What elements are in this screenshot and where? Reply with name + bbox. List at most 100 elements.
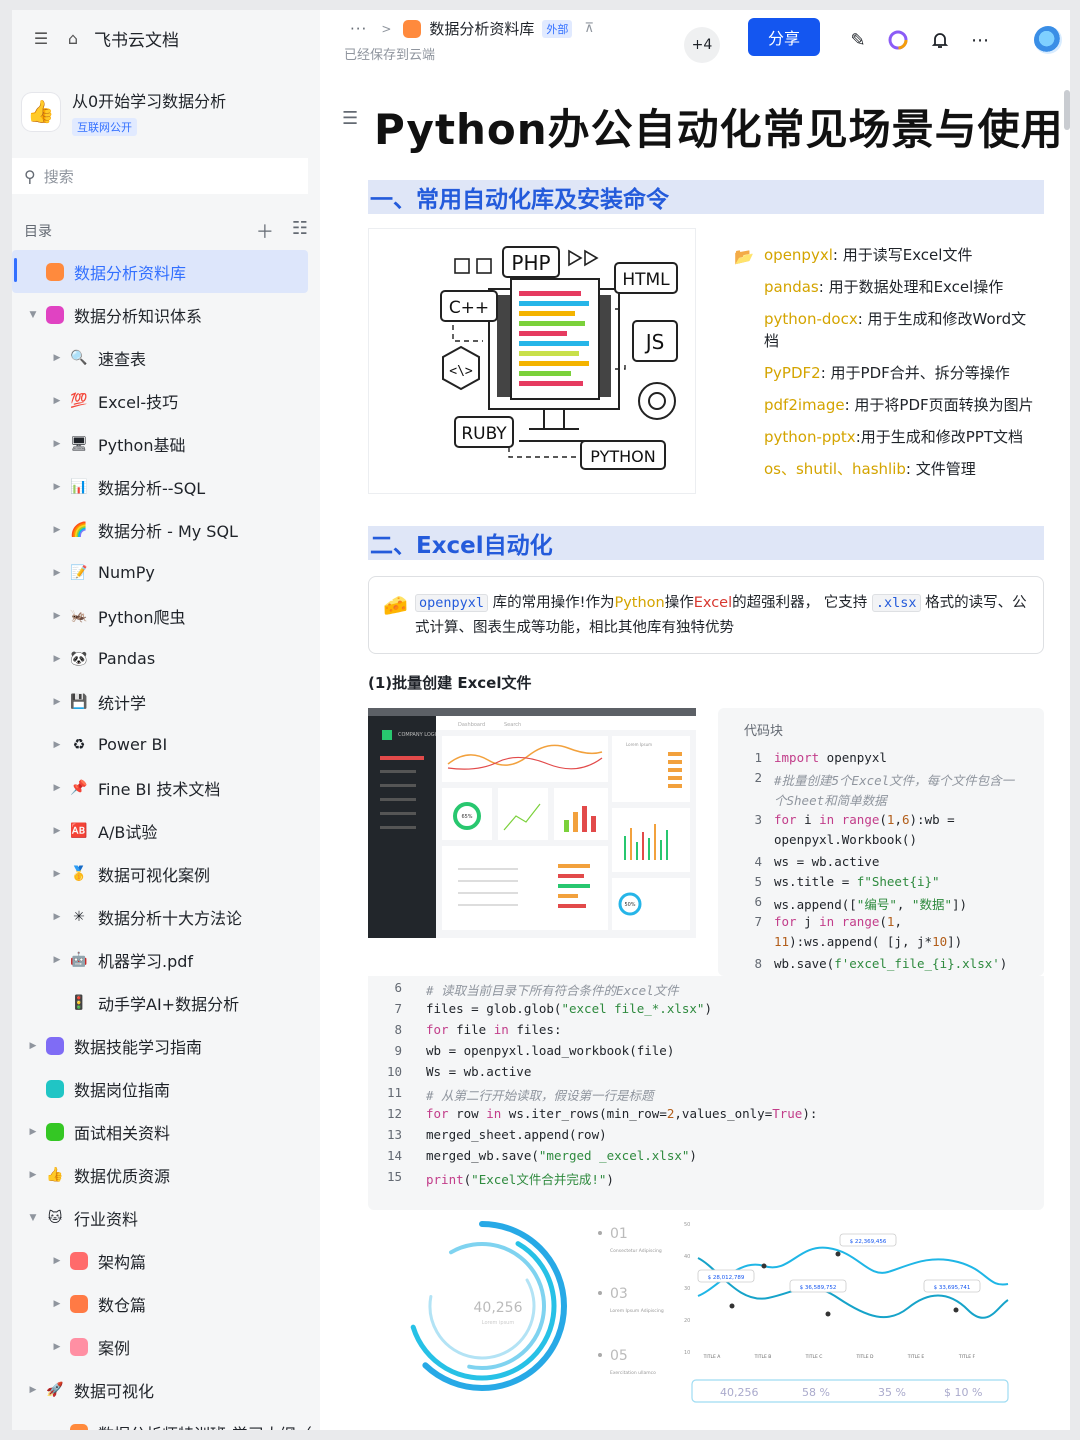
- page-icon: 🐱: [47, 1209, 63, 1226]
- sidebar-item[interactable]: ▶ 🚀 数据可视化: [12, 1368, 320, 1411]
- sidebar-item[interactable]: ▶ 🆎 A/B试验: [12, 809, 320, 852]
- sidebar-item[interactable]: ▶ 📝 NumPy: [12, 551, 320, 594]
- chevron-right-icon[interactable]: ▶: [50, 568, 64, 578]
- add-page-icon[interactable]: ＋: [256, 218, 274, 244]
- sidebar-item[interactable]: ▶ 🌈 数据分析 - My SQL: [12, 508, 320, 551]
- chevron-right-icon[interactable]: ▶: [50, 525, 64, 535]
- sidebar-item[interactable]: ▶ 案例: [12, 1325, 320, 1368]
- collaborator-count[interactable]: +4: [684, 27, 720, 63]
- notification-icon[interactable]: [928, 28, 952, 52]
- chevron-right-icon: >: [381, 21, 392, 36]
- code-block[interactable]: 代码块 1 import openpyxl 2 #批量创建5个Excel文件，每个文…: [718, 708, 1044, 976]
- sidebar-item[interactable]: ▶ 📌 Fine BI 技术文档: [12, 766, 320, 809]
- callout-box[interactable]: 🧀 openpyxl 库的常用操作!作为Python操作Excel的超强利器， …: [368, 576, 1044, 654]
- code-block-label: 代码块: [744, 724, 784, 739]
- pin-icon[interactable]: ⊼: [584, 21, 594, 36]
- share-button[interactable]: 分享: [748, 18, 820, 56]
- sidebar-item[interactable]: ▶ 💾 统计学: [12, 680, 320, 723]
- assistant-icon[interactable]: [886, 28, 910, 52]
- subheading[interactable]: (1)批量创建 Excel文件: [368, 672, 532, 693]
- chevron-right-icon[interactable]: ▶: [50, 783, 64, 793]
- chevron-right-icon[interactable]: ▶: [50, 439, 64, 449]
- chevron-right-icon[interactable]: ▶: [50, 1299, 64, 1309]
- sidebar-item[interactable]: ▶ 🤖 机器学习.pdf: [12, 938, 320, 981]
- sidebar-item[interactable]: ▶ 📊 数据分析--SQL: [12, 465, 320, 508]
- sidebar-item[interactable]: ▶ 数仓篇: [12, 1282, 320, 1325]
- sidebar-item[interactable]: ▶ ✳ 数据分析十大方法论: [12, 895, 320, 938]
- x-label-d: TITLE D: [855, 1354, 874, 1360]
- sidebar-item[interactable]: ▶ 👍 数据优质资源: [12, 1153, 320, 1196]
- brand-name[interactable]: 飞书云文档: [94, 26, 179, 51]
- chevron-right-icon[interactable]: ▶: [50, 912, 64, 922]
- chevron-down-icon[interactable]: ▼: [26, 1213, 40, 1223]
- sidebar-item[interactable]: 数据分析资料库: [12, 250, 308, 293]
- collapse-sidebar-icon[interactable]: ☰: [30, 27, 52, 49]
- step-num-5: 05: [610, 1348, 628, 1364]
- library-item: PyPDF2: 用于PDF合并、拆分等操作: [734, 362, 1034, 384]
- chevron-right-icon[interactable]: ▶: [50, 697, 64, 707]
- sidebar-item-label: 数据技能学习指南: [74, 1037, 203, 1057]
- chevron-right-icon[interactable]: ▶: [50, 1342, 64, 1352]
- chevron-right-icon[interactable]: ▶: [26, 1127, 40, 1137]
- outline-icon[interactable]: ☰: [342, 108, 358, 129]
- chevron-right-icon[interactable]: ▶: [50, 955, 64, 965]
- chevron-right-icon[interactable]: ▶: [26, 1385, 40, 1395]
- code-block-2[interactable]: 6 # 读取当前目录下所有符合条件的Excel文件 7 files = glob.g…: [368, 976, 1044, 1210]
- sidebar-item-label: Python爬虫: [98, 607, 186, 627]
- edit-icon[interactable]: ✎: [846, 28, 870, 52]
- chevron-right-icon[interactable]: ▶: [50, 611, 64, 621]
- chevron-right-icon[interactable]: ▶: [50, 740, 64, 750]
- sidebar-item[interactable]: ▼ 🐱 行业资料: [12, 1196, 320, 1239]
- sidebar-item[interactable]: 🚦 动手学AI+数据分析: [12, 981, 320, 1024]
- sidebar-item-label: 数据可视化: [74, 1381, 155, 1401]
- sidebar-item-label: 数据优质资源: [74, 1166, 171, 1186]
- chevron-right-icon[interactable]: ▶: [50, 353, 64, 363]
- section-heading-1[interactable]: 一、常用自动化库及安装命令: [368, 180, 1044, 214]
- chevron-right-icon[interactable]: ▶: [50, 869, 64, 879]
- chevron-right-icon[interactable]: ▶: [50, 654, 64, 664]
- y-tick-10: 10: [684, 1350, 690, 1356]
- step-text-3: Lorem Ipsum Adipiscing: [610, 1308, 664, 1314]
- section-heading-2[interactable]: 二、Excel自动化: [368, 526, 1044, 560]
- sidebar-item[interactable]: ▶ 架构篇: [12, 1239, 320, 1282]
- library-desc: : 用于PDF合并、拆分等操作: [820, 364, 1010, 382]
- sidebar-item[interactable]: ▶ 🖥 Python基础: [12, 422, 320, 465]
- page-icon: [68, 1250, 90, 1272]
- home-icon[interactable]: ⌂: [62, 27, 84, 49]
- sidebar-item[interactable]: ▶ ♻ Power BI: [12, 723, 320, 766]
- sidebar-item[interactable]: ▼ 数据分析知识体系: [12, 293, 320, 336]
- footer-stat-4: $ 10 %: [944, 1386, 982, 1399]
- more-breadcrumb-icon[interactable]: ···: [350, 20, 367, 38]
- page-title[interactable]: Python办公自动化常见场景与使用: [374, 96, 1064, 157]
- chevron-down-icon[interactable]: ▼: [26, 310, 40, 320]
- sidebar-item[interactable]: ▶ 🐼 Pandas: [12, 637, 320, 680]
- avatar[interactable]: [1034, 26, 1062, 54]
- chevron-right-icon[interactable]: ▶: [50, 482, 64, 492]
- dashboard-search: Search: [504, 722, 521, 728]
- sidebar-item-label: 案例: [98, 1338, 131, 1358]
- search-box[interactable]: ⚲ 搜索: [12, 158, 308, 194]
- x-label-c: TITLE C: [805, 1354, 823, 1360]
- sidebar-item[interactable]: 数据分析师特训班-学习大纲（: [12, 1411, 320, 1430]
- sidebar-item[interactable]: ▶ 🦗 Python爬虫: [12, 594, 320, 637]
- tech-label-js: JS: [644, 330, 665, 354]
- chevron-right-icon[interactable]: ▶: [26, 1041, 40, 1051]
- callout-text: 操作: [664, 595, 694, 611]
- breadcrumb-current[interactable]: 数据分析资料库: [429, 18, 534, 39]
- workspace-header[interactable]: 👍 从0开始学习数据分析 互联网公开: [22, 80, 312, 144]
- sidebar-item[interactable]: ▶ 面试相关资料: [12, 1110, 320, 1153]
- sidebar-item[interactable]: ▶ 💯 Excel-技巧: [12, 379, 320, 422]
- chevron-right-icon[interactable]: ▶: [26, 1170, 40, 1180]
- more-icon[interactable]: ⋯: [968, 28, 992, 52]
- library-name: openpyxl: [764, 246, 833, 264]
- callout-value-1: $ 22,369,456: [850, 1239, 887, 1245]
- sidebar-item[interactable]: ▶ 🥇 数据可视化案例: [12, 852, 320, 895]
- chevron-right-icon[interactable]: ▶: [50, 396, 64, 406]
- chevron-right-icon[interactable]: ▶: [50, 1256, 64, 1266]
- chevron-right-icon[interactable]: ▶: [50, 826, 64, 836]
- sidebar-item[interactable]: ▶ 数据技能学习指南: [12, 1024, 320, 1067]
- center-sub: Lorem ipsum: [482, 1320, 515, 1326]
- sidebar-item[interactable]: 数据岗位指南: [12, 1067, 320, 1110]
- toc-list-icon[interactable]: ☷: [292, 218, 308, 244]
- sidebar-item[interactable]: ▶ 🔍 速查表: [12, 336, 320, 379]
